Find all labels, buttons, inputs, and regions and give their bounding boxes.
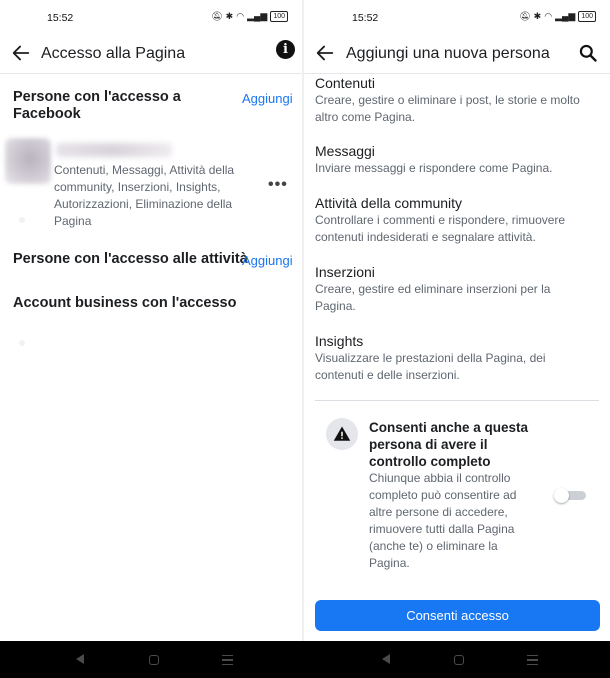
status-time: 15:52 xyxy=(352,12,379,24)
bluetooth-icon: ✱ xyxy=(533,11,542,21)
warning-icon xyxy=(333,426,351,441)
app-bar: Accesso alla Pagina i xyxy=(0,38,302,70)
avatar xyxy=(5,138,51,184)
full-control-toggle[interactable] xyxy=(554,488,586,503)
permission-item-community: Attività della community Controllare i c… xyxy=(315,195,585,246)
section-task-access: Persone con l'accesso alle attività xyxy=(13,251,248,267)
permission-item-messages: Messaggi Inviare messaggi e rispondere c… xyxy=(315,143,585,177)
signal-icon: ▂▄▆ xyxy=(247,11,268,21)
mute-icon: 🔕︎ xyxy=(211,11,223,21)
signal-icon: ▂▄▆ xyxy=(555,11,576,21)
divider xyxy=(315,400,599,401)
app-bar: Aggiungi una nuova persona xyxy=(304,38,610,70)
full-control-desc: Chiunque abbia il controllo completo può… xyxy=(369,471,517,570)
permission-desc: Controllare i commenti e rispondere, rim… xyxy=(315,213,566,244)
wifi-icon: ◠ xyxy=(236,11,245,21)
battery-icon: 100 xyxy=(578,11,596,22)
status-bar: 15:52 🔕︎ ✱ ◠ ▂▄▆ 100 xyxy=(0,8,302,28)
permission-name: Inserzioni xyxy=(315,264,375,280)
permission-name: Messaggi xyxy=(315,143,375,159)
decorative-dot xyxy=(19,340,25,346)
status-time: 15:52 xyxy=(47,12,74,24)
system-nav-bar xyxy=(0,641,610,678)
nav-back-icon[interactable] xyxy=(381,654,390,664)
permission-item-content: Contenuti Creare, gestire o eliminare i … xyxy=(315,75,585,126)
add-person-screen: 15:52 🔕︎ ✱ ◠ ▂▄▆ 100 Aggiungi una nuova … xyxy=(304,0,610,641)
member-name-redacted xyxy=(56,143,172,157)
permission-item-ads: Inserzioni Creare, gestire ed eliminare … xyxy=(315,264,585,315)
grant-access-button[interactable]: Consenti accesso xyxy=(315,600,600,631)
permission-name: Contenuti xyxy=(315,75,375,91)
warning-badge xyxy=(326,418,358,450)
nav-recents-icon[interactable] xyxy=(222,655,233,665)
status-icons: 🔕︎ ✱ ◠ ▂▄▆ 100 xyxy=(519,11,596,22)
wifi-icon: ◠ xyxy=(544,11,553,21)
permission-desc: Creare, gestire ed eliminare inserzioni … xyxy=(315,282,551,313)
member-permissions: Contenuti, Messaggi, Attività della comm… xyxy=(54,163,235,228)
more-icon[interactable]: ••• xyxy=(268,176,288,194)
permission-desc: Visualizzare le prestazioni della Pagina… xyxy=(315,351,546,382)
section-business-access: Account business con l'accesso xyxy=(13,295,237,311)
toggle-knob xyxy=(554,488,569,503)
decorative-dot xyxy=(19,217,25,223)
full-control-title: Consenti anche a questa persona di avere… xyxy=(369,420,529,469)
permission-desc: Creare, gestire o eliminare i post, le s… xyxy=(315,93,580,124)
status-bar: 15:52 🔕︎ ✱ ◠ ▂▄▆ 100 xyxy=(304,8,610,28)
divider xyxy=(0,73,302,74)
nav-recents-icon[interactable] xyxy=(527,655,538,665)
back-arrow-icon[interactable] xyxy=(314,42,336,64)
permission-desc: Inviare messaggi e rispondere come Pagin… xyxy=(315,161,553,175)
back-arrow-icon[interactable] xyxy=(10,42,32,64)
add-facebook-person-link[interactable]: Aggiungi xyxy=(242,91,293,106)
nav-back-icon[interactable] xyxy=(75,654,84,664)
battery-icon: 100 xyxy=(270,11,288,22)
mute-icon: 🔕︎ xyxy=(519,11,531,21)
page-access-screen: 15:52 🔕︎ ✱ ◠ ▂▄▆ 100 Accesso alla Pagina… xyxy=(0,0,302,641)
permission-name: Insights xyxy=(315,333,364,349)
info-icon[interactable]: i xyxy=(276,40,295,59)
search-icon[interactable] xyxy=(578,43,598,63)
bluetooth-icon: ✱ xyxy=(225,11,234,21)
permission-name: Attività della community xyxy=(315,195,463,211)
page-title: Accesso alla Pagina xyxy=(41,45,186,62)
page-title: Aggiungi una nuova persona xyxy=(346,45,550,62)
nav-home-icon[interactable] xyxy=(454,655,464,665)
add-task-person-link[interactable]: Aggiungi xyxy=(242,253,293,268)
nav-home-icon[interactable] xyxy=(149,655,159,665)
status-icons: 🔕︎ ✱ ◠ ▂▄▆ 100 xyxy=(211,11,288,22)
divider xyxy=(304,73,610,74)
section-facebook-access: Persone con l'accesso a Facebook xyxy=(13,89,181,122)
permission-item-insights: Insights Visualizzare le prestazioni del… xyxy=(315,333,585,384)
